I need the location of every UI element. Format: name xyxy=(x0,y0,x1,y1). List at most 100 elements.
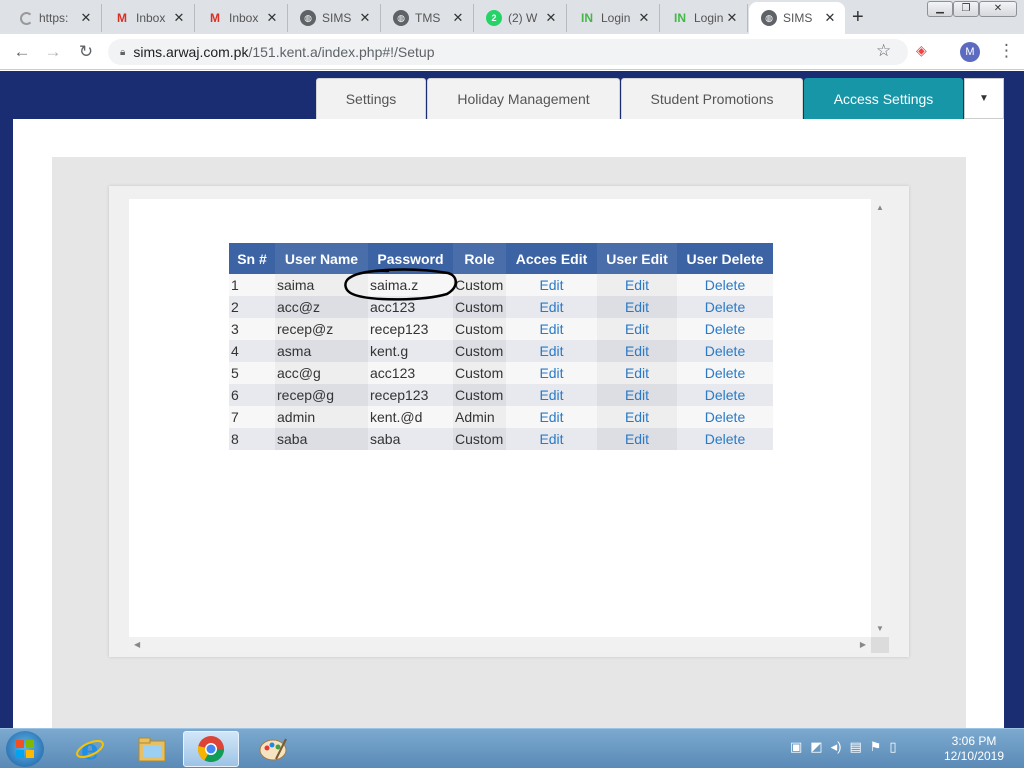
column-header: Role xyxy=(453,243,506,274)
close-icon[interactable]: ✕ xyxy=(170,10,188,26)
bookmark-star-icon[interactable]: ☆ xyxy=(876,41,891,61)
user-delete-link[interactable]: Delete xyxy=(677,406,773,428)
flag-icon[interactable]: ⚑ xyxy=(870,739,882,755)
user-delete-link[interactable]: Delete xyxy=(677,296,773,318)
close-icon[interactable]: ✕ xyxy=(821,10,839,26)
role-cell: Admin xyxy=(453,406,506,428)
tab-settings[interactable]: Settings xyxy=(316,78,426,119)
browser-tab[interactable]: 2 (2) W ✕ xyxy=(474,4,567,32)
network-tray-icon[interactable]: ▣ xyxy=(790,739,802,755)
close-icon[interactable]: ✕ xyxy=(263,10,281,26)
globe-icon: ◍ xyxy=(300,10,316,26)
browser-tab[interactable]: M Inbox ✕ xyxy=(102,4,195,32)
close-icon[interactable]: ✕ xyxy=(542,10,560,26)
access-edit-link[interactable]: Edit xyxy=(506,340,597,362)
reload-icon[interactable]: ↻ xyxy=(76,42,96,62)
column-header: User Name xyxy=(275,243,368,274)
forward-arrow-icon[interactable]: → xyxy=(43,42,63,62)
user-edit-link[interactable]: Edit xyxy=(597,384,677,406)
role-cell: Custom xyxy=(453,362,506,384)
user-delete-link[interactable]: Delete xyxy=(677,362,773,384)
network-icon[interactable]: ▤ xyxy=(849,739,861,755)
browser-tab[interactable]: https: ✕ xyxy=(8,4,102,32)
tab-student-promotions[interactable]: Student Promotions xyxy=(621,78,803,119)
access-edit-link[interactable]: Edit xyxy=(506,274,597,296)
volume-icon[interactable]: ◂) xyxy=(831,739,842,755)
user-name-cell: recep@z xyxy=(275,318,368,340)
row-number: 5 xyxy=(229,362,275,384)
scroll-down-icon[interactable]: ▼ xyxy=(876,624,884,633)
user-name-cell: asma xyxy=(275,340,368,362)
profile-avatar[interactable]: M xyxy=(960,42,980,62)
user-edit-link[interactable]: Edit xyxy=(597,296,677,318)
app-tray-icon[interactable]: ◩ xyxy=(810,739,822,755)
column-header: Sn # xyxy=(229,243,275,274)
close-icon[interactable]: ✕ xyxy=(723,10,741,26)
access-edit-link[interactable]: Edit xyxy=(506,384,597,406)
user-edit-link[interactable]: Edit xyxy=(597,318,677,340)
minimize-icon[interactable]: ▁ xyxy=(927,1,953,17)
browser-tab[interactable]: IN Login ✕ xyxy=(660,4,748,32)
user-edit-link[interactable]: Edit xyxy=(597,428,677,450)
scroll-up-icon[interactable]: ▲ xyxy=(876,203,884,212)
start-button[interactable] xyxy=(6,731,44,767)
browser-tab-active[interactable]: ◍ SIMS ✕ xyxy=(749,2,845,34)
table-row: 7 admin kent.@d Admin Edit Edit Delete xyxy=(229,406,773,428)
role-cell: Custom xyxy=(453,318,506,340)
close-icon[interactable]: ✕ xyxy=(77,10,95,26)
tab-holiday-management[interactable]: Holiday Management xyxy=(427,78,620,119)
chevron-down-icon[interactable]: ▼ xyxy=(964,78,1004,119)
access-edit-link[interactable]: Edit xyxy=(506,362,597,384)
browser-tab[interactable]: IN Login ✕ xyxy=(567,4,660,32)
password-cell: acc123 xyxy=(368,362,453,384)
access-edit-link[interactable]: Edit xyxy=(506,406,597,428)
back-arrow-icon[interactable]: ← xyxy=(12,42,32,62)
paint-icon[interactable] xyxy=(245,731,301,767)
taskbar-clock[interactable]: 3:06 PM 12/10/2019 xyxy=(936,734,1012,764)
new-tab-plus-icon[interactable]: + xyxy=(852,6,864,29)
access-edit-link[interactable]: Edit xyxy=(506,428,597,450)
password-cell: saima.z xyxy=(368,274,453,296)
file-explorer-icon[interactable] xyxy=(124,731,180,767)
close-icon[interactable]: ✕ xyxy=(356,10,374,26)
vertical-scrollbar[interactable]: ▲ ▼ xyxy=(871,199,889,637)
user-delete-link[interactable]: Delete xyxy=(677,340,773,362)
extension-icon[interactable]: ◈ xyxy=(916,42,927,59)
scroll-left-icon[interactable]: ◀ xyxy=(134,640,140,649)
access-edit-link[interactable]: Edit xyxy=(506,296,597,318)
close-icon[interactable]: ✕ xyxy=(449,10,467,26)
scroll-right-icon[interactable]: ▶ xyxy=(860,640,866,649)
browser-tab[interactable]: ◍ SIMS ✕ xyxy=(288,4,381,32)
user-edit-link[interactable]: Edit xyxy=(597,406,677,428)
kebab-menu-icon[interactable]: ⋮ xyxy=(998,41,1015,61)
restore-icon[interactable]: ❐ xyxy=(953,1,979,17)
user-delete-link[interactable]: Delete xyxy=(677,274,773,296)
table-header-row: Sn # User Name Password Role Acces Edit … xyxy=(229,243,773,274)
access-edit-link[interactable]: Edit xyxy=(506,318,597,340)
internet-explorer-icon[interactable]: e xyxy=(62,731,118,767)
battery-icon[interactable]: ▯ xyxy=(889,739,896,755)
address-bar[interactable]: 🔒︎ sims.arwaj.com.pk/151.kent.a/index.ph… xyxy=(108,39,908,65)
user-edit-link[interactable]: Edit xyxy=(597,362,677,384)
browser-tab[interactable]: M Inbox ✕ xyxy=(195,4,288,32)
table-row: 6 recep@g recep123 Custom Edit Edit Delete xyxy=(229,384,773,406)
close-icon[interactable]: ✕ xyxy=(635,10,653,26)
user-edit-link[interactable]: Edit xyxy=(597,340,677,362)
row-number: 1 xyxy=(229,274,275,296)
user-delete-link[interactable]: Delete xyxy=(677,318,773,340)
tab-access-settings[interactable]: Access Settings xyxy=(804,78,963,119)
user-delete-link[interactable]: Delete xyxy=(677,384,773,406)
user-name-cell: acc@z xyxy=(275,296,368,318)
row-number: 7 xyxy=(229,406,275,428)
horizontal-scrollbar[interactable]: ◀ ▶ xyxy=(129,637,871,653)
user-edit-link[interactable]: Edit xyxy=(597,274,677,296)
password-cell: recep123 xyxy=(368,318,453,340)
user-delete-link[interactable]: Delete xyxy=(677,428,773,450)
close-window-icon[interactable]: ✕ xyxy=(979,1,1017,17)
browser-tab[interactable]: ◍ TMS ✕ xyxy=(381,4,474,32)
row-number: 2 xyxy=(229,296,275,318)
globe-icon: ◍ xyxy=(761,10,777,26)
chrome-icon[interactable] xyxy=(183,731,239,767)
gmail-icon: M xyxy=(117,11,127,25)
role-cell: Custom xyxy=(453,428,506,450)
